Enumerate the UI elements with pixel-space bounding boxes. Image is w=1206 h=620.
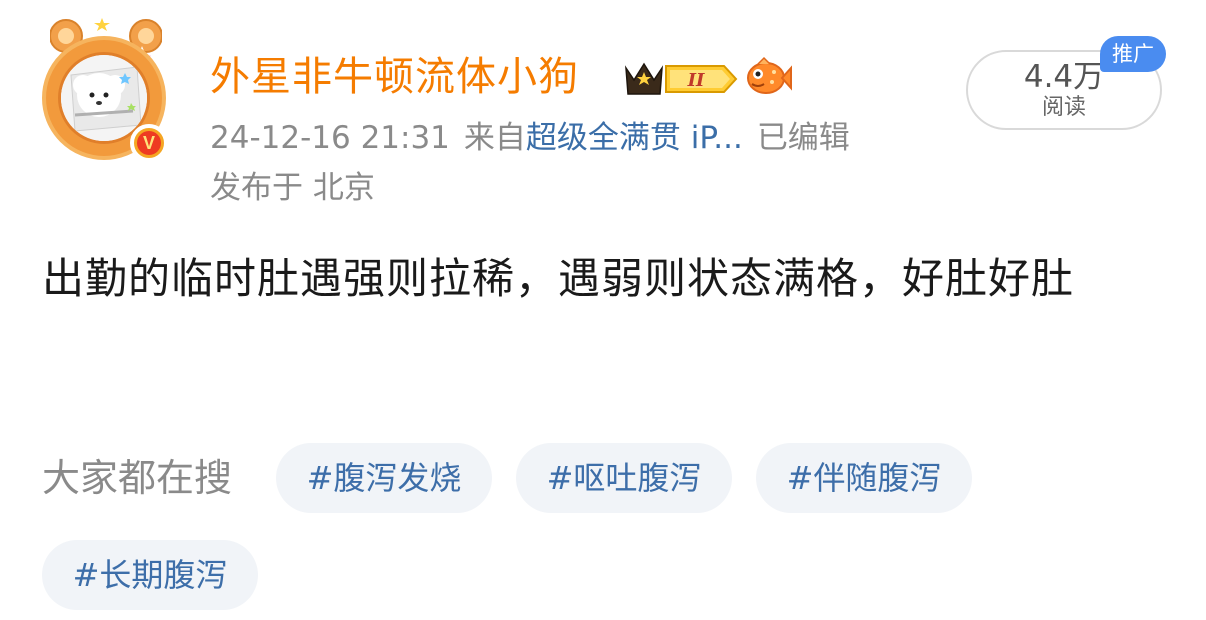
post-timestamp: 24-12-16 21:31 [210,120,450,156]
views-label: 阅读 [1041,95,1086,120]
user-avatar[interactable]: V [36,14,176,164]
trending-tag[interactable]: #伴随腹泻 [756,443,972,513]
edited-label[interactable]: 已编辑 [757,120,850,156]
trending-tag[interactable]: #腹泻发烧 [276,443,492,513]
fish-badge-icon[interactable] [744,54,792,98]
trending-tag[interactable]: #长期腹泻 [42,540,258,610]
weibo-post-card: V 外星非牛顿流体小狗 II 24-12-16 21:31 来自超级全满贯 iP.… [0,0,1206,620]
crown-level-badge-icon[interactable]: II [622,58,738,100]
post-location: 发布于 北京 [210,170,375,206]
post-content: 出勤的临时肚遇强则拉稀，遇弱则状态满格，好肚好肚 [42,254,1075,303]
post-meta: 24-12-16 21:31 来自超级全满贯 iP... 已编辑 [210,116,850,160]
trending-label: 大家都在搜 [42,456,233,500]
badge-level-text: II [687,70,705,91]
verified-badge-icon: V [130,124,168,162]
source-link[interactable]: 超级全满贯 iP... [526,120,743,156]
username[interactable]: 外星非牛顿流体小狗 [210,50,579,104]
source-prefix: 来自 [463,120,526,156]
dog-face-icon [61,55,147,141]
trending-tag[interactable]: #呕吐腹泻 [516,443,732,513]
promo-tag[interactable]: 推广 [1100,36,1166,72]
